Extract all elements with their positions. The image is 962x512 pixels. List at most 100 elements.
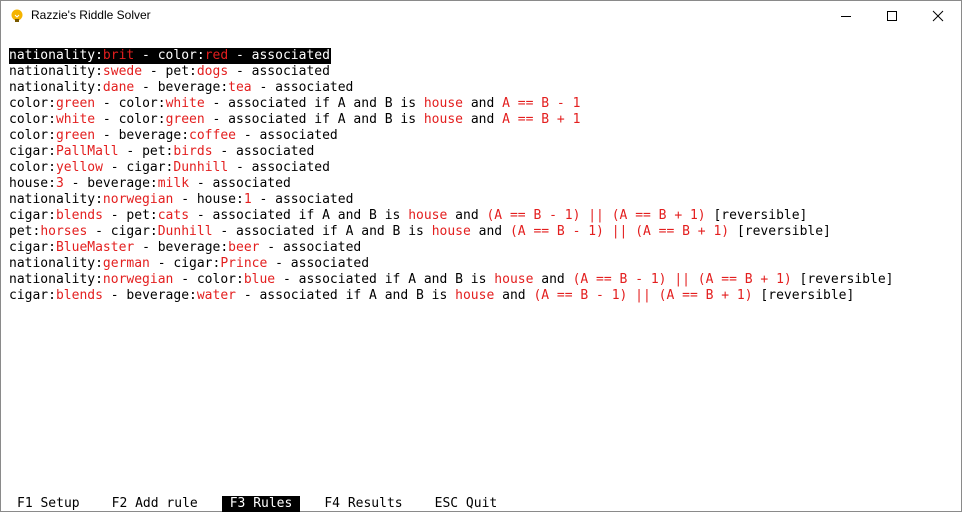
rule-line: cigar:blends - pet:cats - associated if …: [9, 208, 807, 223]
rule-row[interactable]: color:green - color:white - associated i…: [9, 96, 893, 112]
rule-text: - pet:: [118, 144, 174, 159]
rule-text: color:: [9, 96, 56, 111]
rule-line: cigar:PallMall - pet:birds - associated: [9, 144, 314, 159]
rule-row[interactable]: cigar:PallMall - pet:birds - associated: [9, 144, 893, 160]
rule-text: - associated: [228, 160, 330, 175]
rule-value: norwegian: [102, 272, 174, 287]
rule-row[interactable]: nationality:brit - color:red - associate…: [9, 48, 893, 64]
minimize-button[interactable]: [823, 1, 869, 31]
rule-line: pet:horses - cigar:Dunhill - associated …: [9, 224, 831, 239]
rule-text: nationality:: [9, 192, 103, 207]
maximize-button[interactable]: [869, 1, 915, 31]
rule-row[interactable]: cigar:BlueMaster - beverage:beer - assoc…: [9, 240, 893, 256]
rule-value: house: [408, 208, 448, 223]
rule-row[interactable]: house:3 - beverage:milk - associated: [9, 176, 893, 192]
rule-row[interactable]: cigar:blends - pet:cats - associated if …: [9, 208, 893, 224]
rule-line: nationality:dane - beverage:tea - associ…: [9, 80, 353, 95]
rule-value: (A == B - 1) || (A == B + 1): [572, 272, 792, 287]
footer-key-esc[interactable]: ESC Quit: [427, 496, 506, 512]
lightbulb-icon: [11, 9, 23, 22]
rule-value: blends: [55, 288, 103, 303]
rule-row[interactable]: color:green - beverage:coffee - associat…: [9, 128, 893, 144]
footer-key-f3[interactable]: F3 Rules: [221, 496, 301, 512]
rule-text: and: [470, 224, 510, 239]
rule-value: green: [55, 96, 96, 111]
rule-line: nationality:swede - pet:dogs - associate…: [9, 64, 330, 79]
close-button[interactable]: [915, 1, 961, 31]
rule-value: A == B - 1: [502, 96, 581, 111]
rule-text: - associated if A and B is: [236, 288, 456, 303]
rule-text: house:: [9, 176, 56, 191]
rule-text: cigar:: [9, 208, 56, 223]
rule-text: color:: [9, 160, 56, 175]
close-icon: [932, 10, 944, 22]
rule-text: - associated: [212, 144, 315, 159]
app-window: Razzie's Riddle Solver nationality:brit …: [0, 0, 962, 512]
rule-value: red: [204, 48, 229, 63]
rule-value: water: [196, 288, 236, 303]
title-bar[interactable]: Razzie's Riddle Solver: [1, 1, 961, 31]
footer-key-f4[interactable]: F4 Results: [316, 496, 410, 512]
rule-line: cigar:blends - beverage:water - associat…: [9, 288, 854, 303]
rule-value: (A == B - 1) || (A == B + 1): [509, 224, 730, 239]
function-key-bar: F1 Setup F2 Add rule F3 Rules F4 Results ESC…: [9, 496, 521, 512]
rule-row[interactable]: cigar:blends - beverage:water - associat…: [9, 288, 893, 304]
rule-value: blue: [243, 272, 276, 287]
rule-row[interactable]: color:white - color:green - associated i…: [9, 112, 893, 128]
rule-value: brit: [102, 48, 135, 63]
footer-key-f2[interactable]: F2 Add rule: [104, 496, 206, 512]
rule-row[interactable]: pet:horses - cigar:Dunhill - associated …: [9, 224, 893, 240]
rule-text: - beverage:: [134, 240, 229, 255]
rule-text: - cigar:: [102, 160, 174, 175]
rule-text: color:: [9, 112, 56, 127]
rule-row[interactable]: nationality:norwegian - house:1 - associ…: [9, 192, 893, 208]
rule-text: - cigar:: [149, 256, 221, 271]
rule-text: - associated if A and B is: [189, 208, 409, 223]
rule-text: - associated: [236, 128, 338, 143]
rule-text: - associated if A and B is: [204, 96, 424, 111]
rule-value: A == B + 1: [502, 112, 581, 127]
rule-text: - color:: [95, 96, 166, 111]
rule-text: [reversible]: [791, 272, 894, 287]
rule-value: dogs: [196, 64, 229, 79]
rule-text: [reversible]: [729, 224, 831, 239]
rule-text: cigar:: [9, 144, 56, 159]
rule-text: - associated: [228, 48, 330, 63]
rule-row[interactable]: nationality:swede - pet:dogs - associate…: [9, 64, 893, 80]
rule-text: - house:: [173, 192, 244, 207]
rule-text: - beverage:: [95, 128, 190, 143]
rule-line-selected: nationality:brit - color:red - associate…: [9, 48, 331, 64]
rule-text: - associated: [189, 176, 291, 191]
maximize-icon: [887, 11, 897, 21]
rule-value: house: [494, 272, 534, 287]
rule-text: nationality:: [9, 48, 103, 63]
rule-line: nationality:german - cigar:Prince - asso…: [9, 256, 369, 271]
rule-text: - associated if A and B is: [275, 272, 495, 287]
rule-value: BlueMaster: [55, 240, 135, 255]
rule-value: house: [431, 224, 471, 239]
rule-row[interactable]: color:yellow - cigar:Dunhill - associate…: [9, 160, 893, 176]
rule-value: Prince: [220, 256, 268, 271]
rule-row[interactable]: nationality:norwegian - color:blue - ass…: [9, 272, 893, 288]
rule-row[interactable]: nationality:dane - beverage:tea - associ…: [9, 80, 893, 96]
rule-text: and: [494, 288, 534, 303]
rule-value: house: [423, 96, 463, 111]
rule-text: [reversible]: [752, 288, 855, 303]
rule-text: and: [447, 208, 487, 223]
rule-text: - cigar:: [87, 224, 158, 239]
rule-value: white: [165, 96, 205, 111]
rule-row[interactable]: nationality:german - cigar:Prince - asso…: [9, 256, 893, 272]
rule-value: 1: [243, 192, 252, 207]
rule-text: - associated: [267, 256, 370, 271]
rule-text: nationality:: [9, 64, 103, 79]
rule-text: nationality:: [9, 272, 103, 287]
rule-value: house: [455, 288, 495, 303]
rule-line: cigar:BlueMaster - beverage:beer - assoc…: [9, 240, 361, 255]
rule-text: - associated if A and B is: [212, 224, 432, 239]
rule-text: - associated: [251, 80, 354, 95]
rule-value: green: [55, 128, 96, 143]
footer-key-f1[interactable]: F1 Setup: [9, 496, 88, 512]
rule-text: nationality:: [9, 80, 103, 95]
rule-text: - pet:: [142, 64, 197, 79]
rule-text: - beverage:: [102, 288, 197, 303]
